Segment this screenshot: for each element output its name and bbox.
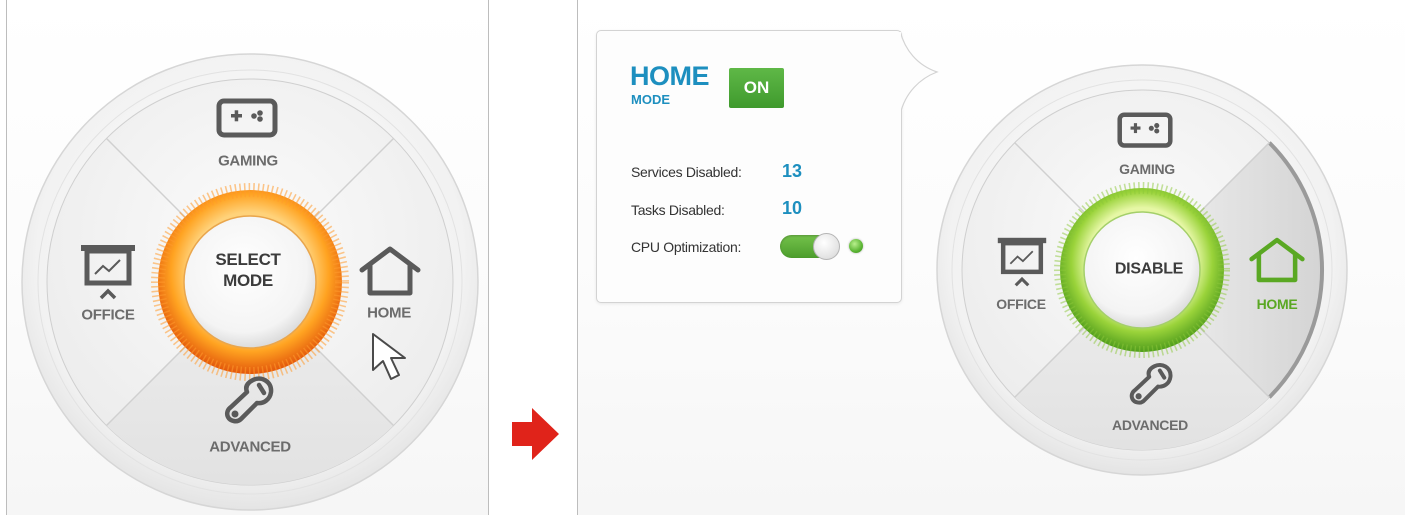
office-label[interactable]: OFFICE <box>81 307 135 324</box>
red-arrow-right-icon <box>512 408 559 460</box>
gamepad-icon-right[interactable] <box>1117 112 1173 150</box>
home-label[interactable]: HOME <box>367 305 411 322</box>
gaming-label-right[interactable]: GAMING <box>1119 161 1175 177</box>
tasks-disabled-value: 10 <box>782 198 803 218</box>
house-icon-right[interactable] <box>1248 236 1306 284</box>
speech-bubble-tail <box>898 30 939 116</box>
status-badge: ON <box>729 68 784 108</box>
mouse-pointer-icon <box>372 333 406 380</box>
services-disabled-label: Services Disabled: <box>631 164 742 180</box>
gamepad-icon[interactable] <box>216 98 278 140</box>
cpu-optimization-label: CPU Optimization: <box>631 239 742 255</box>
services-disabled-value: 13 <box>782 161 803 181</box>
office-label-right[interactable]: OFFICE <box>996 296 1046 312</box>
mode-title: HOME <box>630 61 710 91</box>
advanced-label[interactable]: ADVANCED <box>209 439 291 456</box>
select-mode-center-text: SELECT MODE <box>215 250 281 290</box>
wrench-icon[interactable] <box>219 373 279 425</box>
gaming-label[interactable]: GAMING <box>218 153 278 170</box>
home-label-right[interactable]: HOME <box>1257 296 1298 312</box>
tasks-disabled-label: Tasks Disabled: <box>631 202 725 218</box>
wrench-icon-right[interactable] <box>1124 360 1178 406</box>
mode-subtitle: MODE <box>631 92 670 107</box>
cpu-optimization-toggle[interactable] <box>780 233 840 260</box>
disable-center-text: DISABLE <box>1114 260 1184 278</box>
status-led-icon <box>849 239 863 253</box>
house-icon[interactable] <box>358 245 422 297</box>
advanced-label-right[interactable]: ADVANCED <box>1112 417 1188 433</box>
presentation-board-icon[interactable] <box>78 243 138 301</box>
toggle-knob[interactable] <box>813 233 840 260</box>
presentation-board-icon-right[interactable] <box>995 236 1049 288</box>
